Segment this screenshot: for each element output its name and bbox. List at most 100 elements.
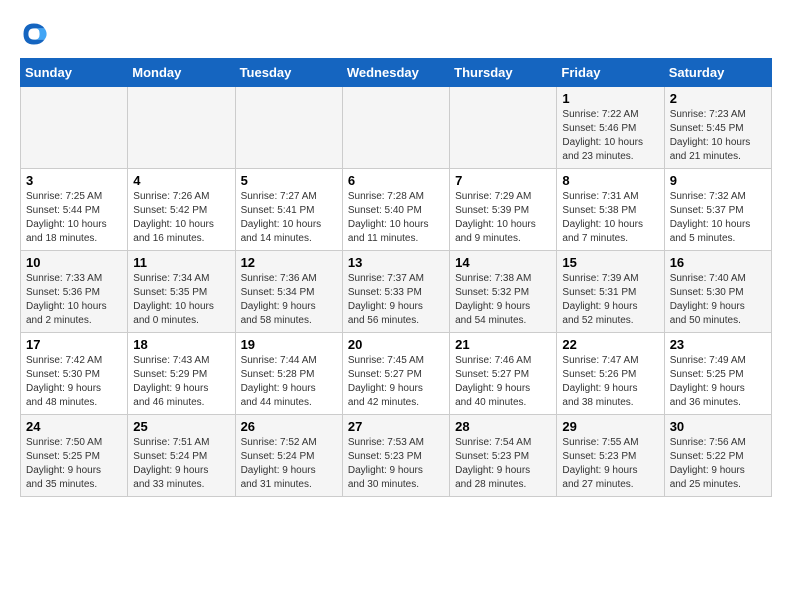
calendar-cell-1-0: 3 Sunrise: 7:25 AM Sunset: 5:44 PM Daylig… (21, 169, 128, 251)
day-number: 7 (455, 173, 551, 188)
calendar-week-0: 1 Sunrise: 7:22 AM Sunset: 5:46 PM Daylig… (21, 87, 772, 169)
day-number: 23 (670, 337, 766, 352)
calendar-cell-2-0: 10Sunrise: 7:33 AM Sunset: 5:36 PM Dayli… (21, 251, 128, 333)
day-number: 12 (241, 255, 337, 270)
calendar-cell-0-3 (342, 87, 449, 169)
day-info: Sunrise: 7:46 AM Sunset: 5:27 PM Dayligh… (455, 354, 551, 410)
day-number: 21 (455, 337, 551, 352)
calendar-cell-0-6: 2 Sunrise: 7:23 AM Sunset: 5:45 PM Daylig… (664, 87, 771, 169)
day-info: Sunrise: 7:53 AM Sunset: 5:23 PM Dayligh… (348, 436, 444, 492)
calendar-week-3: 17Sunrise: 7:42 AM Sunset: 5:30 PM Dayli… (21, 333, 772, 415)
day-number: 3 (26, 173, 122, 188)
calendar-cell-0-2 (235, 87, 342, 169)
day-info: Sunrise: 7:52 AM Sunset: 5:24 PM Dayligh… (241, 436, 337, 492)
calendar-cell-1-2: 5 Sunrise: 7:27 AM Sunset: 5:41 PM Daylig… (235, 169, 342, 251)
day-info: Sunrise: 7:29 AM Sunset: 5:39 PM Dayligh… (455, 190, 551, 246)
day-info: Sunrise: 7:55 AM Sunset: 5:23 PM Dayligh… (562, 436, 658, 492)
calendar-cell-3-0: 17Sunrise: 7:42 AM Sunset: 5:30 PM Dayli… (21, 333, 128, 415)
calendar-week-1: 3 Sunrise: 7:25 AM Sunset: 5:44 PM Daylig… (21, 169, 772, 251)
day-number: 4 (133, 173, 229, 188)
day-number: 5 (241, 173, 337, 188)
day-number: 15 (562, 255, 658, 270)
calendar-cell-4-6: 30 Sunrise: 7:56 AM Sunset: 5:22 PM Dayli… (664, 415, 771, 497)
day-info: Sunrise: 7:39 AM Sunset: 5:31 PM Dayligh… (562, 272, 658, 328)
day-info: Sunrise: 7:50 AM Sunset: 5:25 PM Dayligh… (26, 436, 122, 492)
calendar-cell-4-5: 29 Sunrise: 7:55 AM Sunset: 5:23 PM Dayli… (557, 415, 664, 497)
calendar-cell-1-5: 8Sunrise: 7:31 AM Sunset: 5:38 PM Daylig… (557, 169, 664, 251)
day-info: Sunrise: 7:38 AM Sunset: 5:32 PM Dayligh… (455, 272, 551, 328)
day-info: Sunrise: 7:23 AM Sunset: 5:45 PM Dayligh… (670, 108, 766, 164)
day-info: Sunrise: 7:54 AM Sunset: 5:23 PM Dayligh… (455, 436, 551, 492)
day-number: 20 (348, 337, 444, 352)
calendar-cell-2-4: 14 Sunrise: 7:38 AM Sunset: 5:32 PM Dayli… (450, 251, 557, 333)
day-info: Sunrise: 7:27 AM Sunset: 5:41 PM Dayligh… (241, 190, 337, 246)
logo (20, 20, 52, 48)
logo-icon (20, 20, 48, 48)
day-number: 19 (241, 337, 337, 352)
day-number: 11 (133, 255, 229, 270)
calendar-cell-4-1: 25Sunrise: 7:51 AM Sunset: 5:24 PM Dayli… (128, 415, 235, 497)
day-info: Sunrise: 7:43 AM Sunset: 5:29 PM Dayligh… (133, 354, 229, 410)
calendar-cell-3-4: 21 Sunrise: 7:46 AM Sunset: 5:27 PM Dayli… (450, 333, 557, 415)
calendar-cell-4-3: 27 Sunrise: 7:53 AM Sunset: 5:23 PM Dayli… (342, 415, 449, 497)
day-number: 1 (562, 91, 658, 106)
calendar-cell-0-5: 1 Sunrise: 7:22 AM Sunset: 5:46 PM Daylig… (557, 87, 664, 169)
day-info: Sunrise: 7:26 AM Sunset: 5:42 PM Dayligh… (133, 190, 229, 246)
calendar-cell-2-3: 13 Sunrise: 7:37 AM Sunset: 5:33 PM Dayli… (342, 251, 449, 333)
day-info: Sunrise: 7:47 AM Sunset: 5:26 PM Dayligh… (562, 354, 658, 410)
calendar-header-saturday: Saturday (664, 59, 771, 87)
day-info: Sunrise: 7:28 AM Sunset: 5:40 PM Dayligh… (348, 190, 444, 246)
calendar-cell-2-1: 11 Sunrise: 7:34 AM Sunset: 5:35 PM Dayli… (128, 251, 235, 333)
calendar-cell-3-5: 22 Sunrise: 7:47 AM Sunset: 5:26 PM Dayli… (557, 333, 664, 415)
day-info: Sunrise: 7:56 AM Sunset: 5:22 PM Dayligh… (670, 436, 766, 492)
calendar-cell-3-6: 23 Sunrise: 7:49 AM Sunset: 5:25 PM Dayli… (664, 333, 771, 415)
day-info: Sunrise: 7:36 AM Sunset: 5:34 PM Dayligh… (241, 272, 337, 328)
calendar-cell-4-0: 24 Sunrise: 7:50 AM Sunset: 5:25 PM Dayli… (21, 415, 128, 497)
calendar-cell-3-3: 20Sunrise: 7:45 AM Sunset: 5:27 PM Dayli… (342, 333, 449, 415)
day-number: 22 (562, 337, 658, 352)
day-info: Sunrise: 7:33 AM Sunset: 5:36 PM Dayligh… (26, 272, 122, 328)
day-number: 28 (455, 419, 551, 434)
day-number: 30 (670, 419, 766, 434)
calendar-cell-1-1: 4 Sunrise: 7:26 AM Sunset: 5:42 PM Daylig… (128, 169, 235, 251)
day-info: Sunrise: 7:37 AM Sunset: 5:33 PM Dayligh… (348, 272, 444, 328)
day-info: Sunrise: 7:44 AM Sunset: 5:28 PM Dayligh… (241, 354, 337, 410)
day-number: 14 (455, 255, 551, 270)
calendar-header-tuesday: Tuesday (235, 59, 342, 87)
day-number: 13 (348, 255, 444, 270)
calendar-cell-4-2: 26 Sunrise: 7:52 AM Sunset: 5:24 PM Dayli… (235, 415, 342, 497)
day-info: Sunrise: 7:40 AM Sunset: 5:30 PM Dayligh… (670, 272, 766, 328)
calendar-cell-3-1: 18 Sunrise: 7:43 AM Sunset: 5:29 PM Dayli… (128, 333, 235, 415)
page-header (20, 20, 772, 48)
day-number: 24 (26, 419, 122, 434)
day-number: 16 (670, 255, 766, 270)
day-info: Sunrise: 7:22 AM Sunset: 5:46 PM Dayligh… (562, 108, 658, 164)
day-info: Sunrise: 7:34 AM Sunset: 5:35 PM Dayligh… (133, 272, 229, 328)
calendar-header-sunday: Sunday (21, 59, 128, 87)
day-info: Sunrise: 7:49 AM Sunset: 5:25 PM Dayligh… (670, 354, 766, 410)
calendar-cell-4-4: 28 Sunrise: 7:54 AM Sunset: 5:23 PM Dayli… (450, 415, 557, 497)
day-number: 18 (133, 337, 229, 352)
day-info: Sunrise: 7:25 AM Sunset: 5:44 PM Dayligh… (26, 190, 122, 246)
day-info: Sunrise: 7:32 AM Sunset: 5:37 PM Dayligh… (670, 190, 766, 246)
day-number: 27 (348, 419, 444, 434)
day-number: 9 (670, 173, 766, 188)
calendar-week-4: 24 Sunrise: 7:50 AM Sunset: 5:25 PM Dayli… (21, 415, 772, 497)
calendar-cell-2-5: 15 Sunrise: 7:39 AM Sunset: 5:31 PM Dayli… (557, 251, 664, 333)
calendar-table: SundayMondayTuesdayWednesdayThursdayFrid… (20, 58, 772, 497)
day-number: 29 (562, 419, 658, 434)
day-number: 2 (670, 91, 766, 106)
calendar-cell-0-4 (450, 87, 557, 169)
calendar-header-friday: Friday (557, 59, 664, 87)
calendar-week-2: 10Sunrise: 7:33 AM Sunset: 5:36 PM Dayli… (21, 251, 772, 333)
calendar-cell-3-2: 19 Sunrise: 7:44 AM Sunset: 5:28 PM Dayli… (235, 333, 342, 415)
calendar-header-row: SundayMondayTuesdayWednesdayThursdayFrid… (21, 59, 772, 87)
calendar-cell-1-3: 6Sunrise: 7:28 AM Sunset: 5:40 PM Daylig… (342, 169, 449, 251)
day-number: 17 (26, 337, 122, 352)
calendar-cell-2-6: 16 Sunrise: 7:40 AM Sunset: 5:30 PM Dayli… (664, 251, 771, 333)
day-number: 26 (241, 419, 337, 434)
day-info: Sunrise: 7:51 AM Sunset: 5:24 PM Dayligh… (133, 436, 229, 492)
calendar-header-wednesday: Wednesday (342, 59, 449, 87)
calendar-header-thursday: Thursday (450, 59, 557, 87)
calendar-cell-0-0 (21, 87, 128, 169)
